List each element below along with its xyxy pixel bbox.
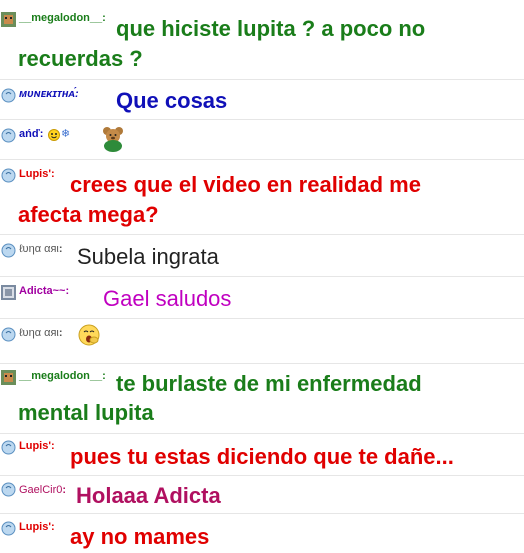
- nickname[interactable]: Lupis':: [19, 440, 55, 452]
- chat-message: ℓυηα αяι: Subela ingrata: [0, 235, 524, 277]
- nickname[interactable]: ℓυηα αяι:: [19, 243, 63, 255]
- emoticon-avatar-icon[interactable]: [1, 128, 16, 143]
- message-text-continued: recuerdas ?: [18, 46, 143, 71]
- nickname[interactable]: Lupis':: [19, 521, 55, 533]
- message-text: Subela ingrata: [77, 244, 219, 269]
- chat-message: __megalodon__: que hiciste lupita ? a po…: [0, 0, 524, 80]
- message-text: crees que el video en realidad me: [70, 172, 421, 197]
- nickname[interactable]: ańď:: [19, 128, 43, 140]
- nickname[interactable]: ᴍᴜɴᴇᴋɪᴛʜᴀ́:: [19, 88, 79, 100]
- message-text: Que cosas: [116, 88, 228, 113]
- message-text-continued: afecta mega?: [18, 202, 159, 227]
- nickname[interactable]: __megalodon__:: [19, 370, 106, 382]
- emoticon-avatar-icon[interactable]: [1, 243, 16, 258]
- teddy-bear-icon: [102, 126, 124, 157]
- emoticon-avatar-icon[interactable]: [1, 521, 16, 536]
- message-text: pues tu estas diciendo que te dañe...: [70, 444, 454, 469]
- chat-log: __megalodon__: que hiciste lupita ? a po…: [0, 0, 524, 553]
- emoticon-avatar-icon[interactable]: [1, 482, 16, 497]
- sparkle-icon: ❄: [61, 128, 71, 140]
- avatar-icon[interactable]: [1, 12, 16, 27]
- chat-message: Lupis': pues tu estas diciendo que te da…: [0, 434, 524, 476]
- avatar-icon[interactable]: [1, 370, 16, 385]
- nickname[interactable]: GaelCir0:: [19, 484, 66, 496]
- emoticon-avatar-icon[interactable]: [1, 440, 16, 455]
- chat-message: ℓυηα αяι:: [0, 319, 524, 364]
- message-text: Holaaa Adicta: [76, 483, 221, 508]
- nickname[interactable]: __megalodon__:: [19, 12, 106, 24]
- emoticon-avatar-icon[interactable]: [1, 327, 16, 342]
- message-text: Gael saludos: [103, 286, 232, 311]
- chat-message: ańď: ❄: [0, 120, 524, 160]
- chat-message: ᴍᴜɴᴇᴋɪᴛʜᴀ́: Que cosas: [0, 80, 524, 120]
- emoticon-avatar-icon[interactable]: [1, 88, 16, 103]
- nickname[interactable]: Adicta~~:: [19, 285, 69, 297]
- emoticon-avatar-icon[interactable]: [1, 168, 16, 183]
- chat-message: Lupis': ay no mames: [0, 514, 524, 553]
- avatar-icon[interactable]: [1, 285, 16, 300]
- message-text: que hiciste lupita ? a poco no: [116, 16, 426, 41]
- message-text: ay no mames: [70, 524, 210, 549]
- nickname[interactable]: ℓυηα αяι:: [19, 327, 63, 339]
- message-text-continued: mental lupita: [18, 400, 154, 425]
- yawning-face-icon: [78, 324, 100, 351]
- chat-message: Lupis': crees que el video en realidad m…: [0, 160, 524, 235]
- nickname[interactable]: Lupis':: [19, 168, 55, 180]
- chat-message: __megalodon__: te burlaste de mi enferme…: [0, 364, 524, 434]
- message-text: te burlaste de mi enfermedad: [116, 371, 422, 396]
- chat-message: Adicta~~: Gael saludos: [0, 277, 524, 319]
- smiley-icon: [48, 128, 60, 146]
- chat-message: GaelCir0: Holaaa Adicta: [0, 476, 524, 514]
